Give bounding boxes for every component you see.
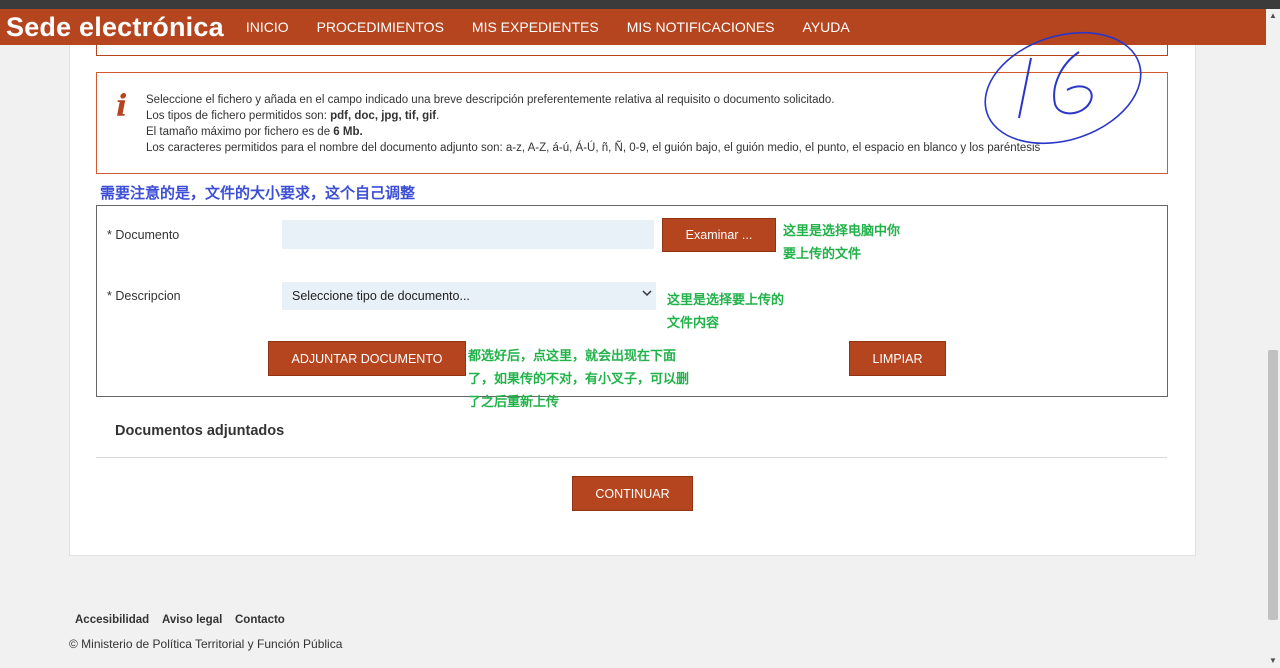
documento-label: * Documento	[107, 228, 180, 242]
continuar-button[interactable]: CONTINUAR	[572, 476, 693, 511]
chevron-down-icon	[642, 288, 652, 301]
info-line-2: Los tipos de fichero permitidos son: pdf…	[146, 110, 440, 122]
info-line-1: Seleccione el fichero y añada en el camp…	[146, 94, 835, 106]
select-value: Seleccione tipo de documento...	[292, 289, 470, 303]
nav-inicio[interactable]: INICIO	[246, 19, 289, 35]
footer-copyright: © Ministerio de Política Territorial y F…	[69, 637, 343, 651]
footer-accesibilidad-link[interactable]: Accesibilidad	[75, 614, 149, 626]
descripcion-select[interactable]: Seleccione tipo de documento...	[282, 282, 656, 310]
examinar-button[interactable]: Examinar ...	[662, 218, 776, 252]
nav-ayuda[interactable]: AYUDA	[803, 19, 850, 35]
browser-top-strip	[0, 0, 1280, 9]
annotation-adjuntar-note: 都选好后，点这里，就会出现在下面 了，如果传的不对，有小叉子，可以删 了之后重新…	[468, 349, 690, 410]
limpiar-button[interactable]: LIMPIAR	[849, 341, 946, 376]
footer-aviso-legal-link[interactable]: Aviso legal	[162, 614, 222, 626]
adjuntar-documento-button[interactable]: ADJUNTAR DOCUMENTO	[268, 341, 466, 376]
descripcion-label: * Descripcion	[107, 289, 181, 303]
info-icon: i	[116, 89, 128, 124]
info-text: Seleccione el fichero y añada en el camp…	[146, 92, 1040, 156]
section-divider	[96, 457, 1167, 458]
annotation-descripcion-note: 这里是选择要上传的 文件内容	[667, 293, 785, 331]
scrollbar-thumb[interactable]	[1268, 350, 1278, 620]
nav-mis-notificaciones[interactable]: MIS NOTIFICACIONES	[627, 19, 775, 35]
annotation-examinar-note: 这里是选择电脑中你 要上传的文件	[783, 224, 901, 262]
scroll-up-icon[interactable]: ▲	[1269, 11, 1277, 20]
document-file-input[interactable]	[282, 220, 654, 249]
nav-mis-expedientes[interactable]: MIS EXPEDIENTES	[472, 19, 599, 35]
handwritten-number-annotation	[984, 31, 1142, 145]
nav-procedimientos[interactable]: PROCEDIMIENTOS	[317, 19, 444, 35]
scroll-down-icon[interactable]: ▼	[1269, 656, 1277, 665]
site-brand[interactable]: Sede electrónica	[6, 12, 224, 43]
info-line-3: El tamaño máximo por fichero es de 6 Mb.	[146, 126, 363, 138]
annotation-size-note: 需要注意的是，文件的大小要求，这个自己调整	[100, 184, 416, 202]
documentos-adjuntados-title: Documentos adjuntados	[115, 423, 285, 439]
info-line-4: Los caracteres permitidos para el nombre…	[146, 142, 1041, 154]
footer-contacto-link[interactable]: Contacto	[235, 614, 285, 626]
